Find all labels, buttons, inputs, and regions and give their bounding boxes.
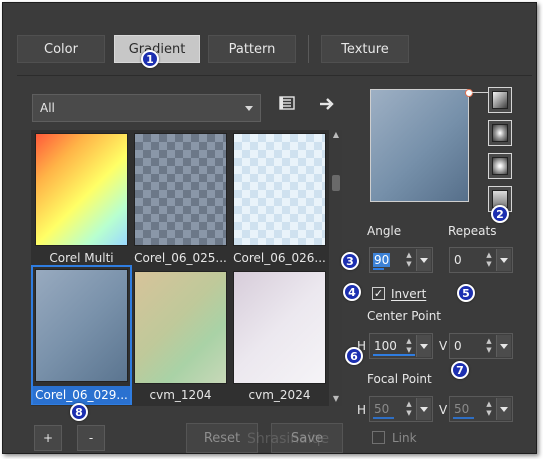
invert-checkbox[interactable]: ✓ [372, 287, 385, 300]
spin-arrows-icon[interactable]: ▲ ▼ [483, 337, 495, 355]
thumbnail-label: Corel_06_025... [134, 251, 227, 265]
spin-arrows-icon[interactable]: ▲ ▼ [403, 400, 415, 418]
rectangular-style-button[interactable] [488, 120, 512, 146]
tab-divider [308, 35, 309, 63]
sunburst-style-button[interactable] [488, 153, 512, 179]
gradient-material-dialog: Color Gradient Pattern Texture All Corel… [2, 2, 537, 454]
repeats-dropdown-button[interactable] [496, 249, 511, 271]
thumbnail-scrollbar[interactable] [330, 130, 342, 406]
center-v-value: 0 [454, 339, 462, 353]
linear-gradient-icon [492, 91, 508, 109]
sunburst-gradient-icon [492, 157, 508, 175]
focal-v-dropdown-button[interactable] [496, 398, 511, 420]
remove-gradient-button[interactable]: - [77, 425, 105, 451]
category-dropdown[interactable]: All [32, 94, 261, 122]
angle-value: 90 [373, 253, 391, 267]
category-dropdown-value: All [40, 101, 55, 115]
focal-v-fill-bar [453, 417, 474, 419]
callout-badge: 6 [345, 347, 363, 365]
callout-badge: 4 [343, 283, 361, 301]
thumbnail-label: cvm_1204 [149, 388, 212, 402]
repeats-spinbox[interactable]: 0 ▲ ▼ [449, 247, 513, 273]
thumbnail-label: Corel_06_026... [233, 251, 326, 265]
scrollbar-thumb[interactable] [332, 175, 340, 191]
linear-style-button[interactable] [488, 87, 512, 113]
rectangular-gradient-icon [492, 124, 508, 142]
gradient-library-icon[interactable] [279, 96, 297, 112]
angle-dropdown-button[interactable] [416, 249, 431, 271]
center-h-spinbox[interactable]: 100 ▲ ▼ [369, 333, 433, 359]
watermark: Shrasinaiqe [247, 431, 330, 447]
callout-badge: 3 [341, 252, 359, 270]
tab-color[interactable]: Color [17, 35, 105, 63]
callout-badge: 8 [70, 403, 88, 421]
focal-h-value: 50 [374, 402, 390, 416]
link-checkbox[interactable] [372, 431, 385, 444]
callout-badge: 7 [451, 361, 469, 379]
focal-point-label: Focal Point [367, 372, 432, 386]
scroll-down-icon[interactable]: ▼ [332, 395, 340, 403]
spin-arrows-icon[interactable]: ▲ ▼ [403, 337, 415, 355]
spin-arrows-icon[interactable]: ▲ ▼ [403, 251, 415, 269]
focal-v-spinbox[interactable]: 50 ▲ ▼ [449, 396, 513, 422]
chevron-down-icon [245, 106, 253, 111]
center-h-value: 100 [374, 339, 397, 353]
focal-h-label: H [357, 403, 367, 417]
tab-pattern[interactable]: Pattern [208, 35, 296, 63]
center-point-label: Center Point [367, 309, 441, 323]
gradient-preview[interactable] [370, 89, 469, 202]
focal-v-value: 50 [454, 402, 470, 416]
focal-h-dropdown-button[interactable] [416, 398, 431, 420]
callout-badge: 2 [491, 205, 509, 223]
thumbnail-image[interactable] [134, 271, 227, 384]
repeats-value: 0 [454, 253, 462, 267]
callout-badge: 1 [141, 50, 159, 68]
thumbnail-label: Corel_06_029... [35, 388, 128, 402]
add-gradient-button[interactable]: + [34, 425, 62, 451]
spin-arrows-icon[interactable]: ▲ ▼ [483, 400, 495, 418]
arrow-right-icon[interactable] [318, 96, 336, 112]
angle-label: Angle [367, 224, 402, 238]
tab-underline [17, 75, 532, 76]
thumbnail-image[interactable] [35, 269, 128, 382]
thumbnail-image[interactable] [35, 133, 128, 246]
center-v-label: V [439, 339, 448, 353]
angle-fill-bar [373, 268, 384, 270]
center-v-dropdown-button[interactable] [496, 335, 511, 357]
thumbnail-label: cvm_2024 [248, 388, 311, 402]
scroll-up-icon[interactable]: ▲ [332, 131, 340, 139]
callout-badge: 5 [457, 284, 475, 302]
angle-spinbox[interactable]: 90 ▲ ▼ [369, 247, 433, 273]
thumbnail-image[interactable] [134, 133, 227, 246]
center-h-dropdown-button[interactable] [416, 335, 431, 357]
spin-arrows-icon[interactable]: ▲ ▼ [483, 251, 495, 269]
thumbnail-image[interactable] [233, 133, 326, 246]
link-label: Link [392, 431, 417, 445]
center-v-spinbox[interactable]: 0 ▲ ▼ [449, 333, 513, 359]
focal-h-fill-bar [373, 417, 394, 419]
invert-label: Invert [391, 287, 427, 301]
thumbnail-image[interactable] [233, 271, 326, 384]
focal-v-label: V [439, 403, 448, 417]
repeats-label: Repeats [448, 224, 497, 238]
tab-texture[interactable]: Texture [321, 35, 409, 63]
focal-h-spinbox[interactable]: 50 ▲ ▼ [369, 396, 433, 422]
